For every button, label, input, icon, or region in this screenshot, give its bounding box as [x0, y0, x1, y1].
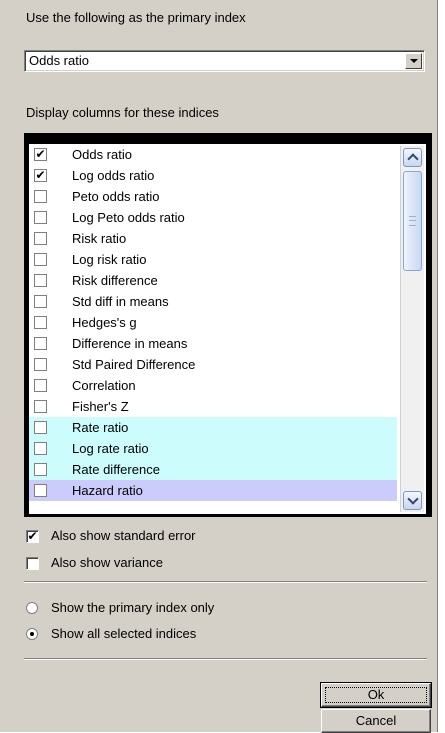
variance-checkbox[interactable] [26, 557, 39, 570]
index-label: Log risk ratio [72, 252, 147, 267]
index-checkbox[interactable] [34, 463, 47, 476]
list-item[interactable]: Rate difference [29, 459, 397, 480]
index-label: Hazard ratio [72, 483, 143, 498]
list-item[interactable]: Risk difference [29, 270, 397, 291]
index-label: Risk difference [72, 273, 158, 288]
index-options-dialog: Use the following as the primary index O… [0, 0, 438, 733]
list-item[interactable]: Difference in means [29, 333, 397, 354]
scroll-down-button[interactable] [403, 491, 422, 510]
list-item[interactable]: ✔ Log odds ratio [29, 165, 397, 186]
index-checkbox[interactable] [34, 295, 47, 308]
primary-only-radio[interactable] [26, 602, 38, 614]
index-label: Rate ratio [72, 420, 129, 435]
indices-list-frame: ✔ Odds ratio ✔ Log odds ratio Peto odds rati… [24, 133, 432, 517]
index-checkbox[interactable] [34, 400, 47, 413]
index-label: Std Paired Difference [72, 357, 196, 372]
variance-label: Also show variance [51, 555, 163, 570]
index-checkbox[interactable] [34, 421, 47, 434]
list-item[interactable]: Log risk ratio [29, 249, 397, 270]
index-checkbox[interactable] [34, 358, 47, 371]
index-checkbox[interactable] [34, 379, 47, 392]
chevron-down-icon [407, 493, 419, 505]
index-checkbox[interactable] [34, 274, 47, 287]
standard-error-checkbox[interactable]: ✔ [26, 530, 39, 543]
index-checkbox[interactable] [34, 190, 47, 203]
index-label: Difference in means [72, 336, 188, 351]
indices-checklist[interactable]: ✔ Odds ratio ✔ Log odds ratio Peto odds rati… [29, 144, 426, 514]
list-item[interactable]: Log Peto odds ratio [29, 207, 397, 228]
scroll-up-button[interactable] [403, 148, 422, 167]
cancel-button-label: Cancel [355, 713, 397, 728]
index-checkbox[interactable] [34, 253, 47, 266]
index-label: Std diff in means [72, 294, 169, 309]
list-item[interactable]: Risk ratio [29, 228, 397, 249]
primary-index-label: Use the following as the primary index [26, 10, 246, 25]
standard-error-label: Also show standard error [51, 528, 196, 543]
scroll-thumb[interactable] [403, 171, 422, 271]
dropdown-button[interactable] [405, 53, 422, 69]
index-checkbox[interactable]: ✔ [34, 169, 47, 182]
separator [24, 658, 427, 660]
index-label: Risk ratio [72, 231, 127, 246]
chevron-up-icon [407, 153, 419, 165]
list-item[interactable]: ✔ Odds ratio [29, 144, 397, 165]
list-item[interactable]: Hazard ratio [29, 480, 397, 501]
index-checkbox[interactable] [34, 337, 47, 350]
list-item[interactable]: Std Paired Difference [29, 354, 397, 375]
index-checkbox[interactable]: ✔ [34, 148, 47, 161]
primary-index-select[interactable]: Odds ratio [24, 50, 425, 72]
list-item[interactable]: Hedges's g [29, 312, 397, 333]
ok-button[interactable]: Ok [320, 682, 432, 708]
focus-rect [325, 687, 427, 703]
list-item[interactable]: Std diff in means [29, 291, 397, 312]
grip-icon [409, 216, 416, 226]
cancel-button[interactable]: Cancel [321, 709, 431, 733]
list-item[interactable]: Rate ratio [29, 417, 397, 438]
index-label: Log rate ratio [72, 441, 149, 456]
chevron-down-icon [410, 59, 418, 63]
index-checkbox[interactable] [34, 316, 47, 329]
index-label: Hedges's g [72, 315, 137, 330]
list-item[interactable]: Fisher's Z [29, 396, 397, 417]
all-selected-label: Show all selected indices [51, 626, 197, 641]
separator [24, 581, 427, 583]
display-columns-label: Display columns for these indices [26, 105, 219, 120]
all-selected-radio[interactable] [26, 628, 38, 640]
index-checkbox[interactable] [34, 484, 47, 497]
index-checkbox[interactable] [34, 211, 47, 224]
index-label: Rate difference [72, 462, 160, 477]
index-label: Correlation [72, 378, 136, 393]
index-label: Peto odds ratio [72, 189, 160, 204]
vertical-scrollbar[interactable] [400, 146, 424, 512]
index-checkbox[interactable] [34, 442, 47, 455]
index-checkbox[interactable] [34, 232, 47, 245]
primary-index-value: Odds ratio [29, 53, 89, 68]
list-item[interactable]: Peto odds ratio [29, 186, 397, 207]
list-item[interactable]: Log rate ratio [29, 438, 397, 459]
primary-only-label: Show the primary index only [51, 600, 215, 615]
index-label: Log odds ratio [72, 168, 155, 183]
index-label: Odds ratio [72, 147, 132, 162]
list-item[interactable]: Correlation [29, 375, 397, 396]
index-label: Log Peto odds ratio [72, 210, 185, 225]
index-label: Fisher's Z [72, 399, 129, 414]
